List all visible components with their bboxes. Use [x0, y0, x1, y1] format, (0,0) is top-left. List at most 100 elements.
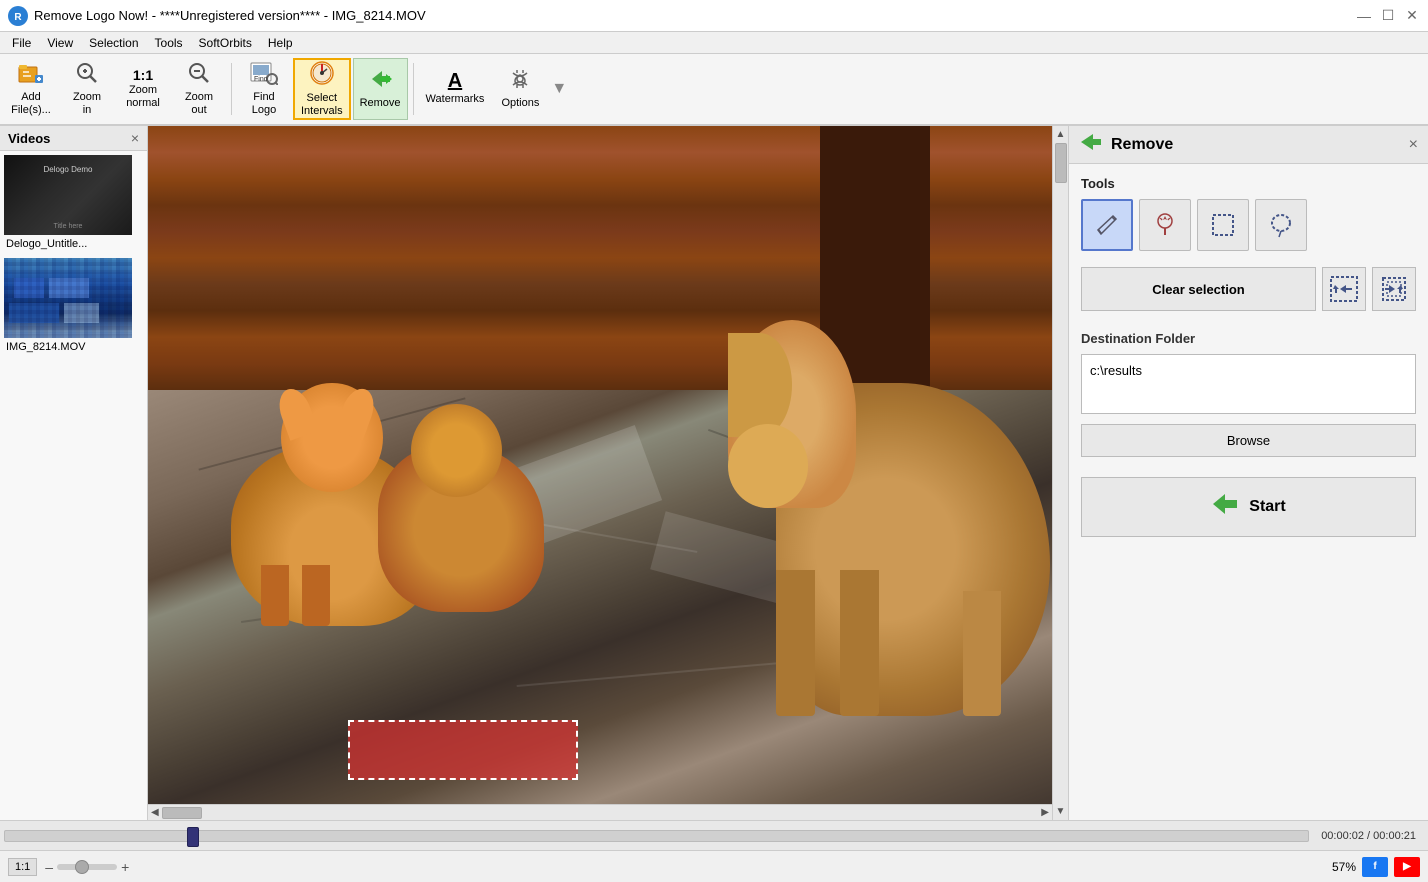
rect-select-icon	[1209, 211, 1237, 239]
menu-softorbits[interactable]: SoftOrbits	[191, 34, 260, 52]
clear-selection-row: Clear selection	[1081, 267, 1416, 311]
watermarks-icon: A	[448, 71, 462, 91]
horizontal-scrollbar[interactable]: ◀ ▶	[148, 804, 1052, 820]
remove-label: Remove	[360, 97, 401, 110]
scroll-thumb-horizontal[interactable]	[162, 807, 202, 819]
video-thumb-2	[4, 258, 132, 338]
destination-folder-label: Destination Folder	[1081, 331, 1416, 346]
scroll-thumb-vertical[interactable]	[1055, 143, 1067, 183]
zoom-in-button[interactable]: Zoomin	[60, 58, 114, 120]
selection-rectangle[interactable]	[348, 720, 578, 780]
titlebar: R Remove Logo Now! - ****Unregistered ve…	[0, 0, 1428, 32]
svg-text:R: R	[14, 12, 22, 23]
toolbar: AddFile(s)... Zoomin 1:1 Zoomnormal Zoom…	[0, 54, 1428, 126]
close-button[interactable]: ✕	[1404, 8, 1420, 24]
videos-close-button[interactable]: ×	[131, 130, 139, 146]
brush-tool-button[interactable]	[1139, 199, 1191, 251]
video-item-2[interactable]: IMG_8214.MOV	[0, 254, 147, 357]
start-arrow-icon	[1211, 492, 1239, 522]
cat-figure-mid	[378, 404, 544, 612]
video-item-1[interactable]: Delogo Demo Title here Delogo_Untitle...	[0, 151, 147, 254]
contract-selection-button[interactable]	[1372, 267, 1416, 311]
clear-selection-button[interactable]: Clear selection	[1081, 267, 1316, 311]
minimize-button[interactable]: —	[1356, 8, 1372, 24]
zoom-minus-button[interactable]: –	[45, 859, 53, 875]
video-content	[148, 126, 1068, 820]
options-button[interactable]: Options	[493, 58, 547, 120]
zoom-handle[interactable]	[75, 860, 89, 874]
options-icon	[507, 67, 533, 95]
contract-icon	[1379, 275, 1409, 303]
pencil-tool-button[interactable]	[1081, 199, 1133, 251]
video-name-1: Delogo_Untitle...	[4, 238, 143, 250]
rect-select-tool-button[interactable]	[1197, 199, 1249, 251]
vertical-scrollbar[interactable]: ▲ ▼	[1052, 126, 1068, 820]
youtube-button[interactable]: ▶	[1394, 857, 1420, 877]
watermarks-button[interactable]: A Watermarks	[419, 58, 492, 120]
start-label: Start	[1249, 498, 1285, 516]
timeline-track[interactable]	[4, 830, 1309, 842]
find-logo-icon: Find	[250, 61, 278, 89]
scroll-down-arrow[interactable]: ▼	[1053, 803, 1068, 820]
svg-text:Find: Find	[254, 76, 268, 83]
toolbox-arrow-icon	[1079, 132, 1103, 157]
lasso-icon	[1267, 211, 1295, 239]
main-layout: Videos × Delogo Demo Title here Delogo_U…	[0, 126, 1428, 820]
tools-row	[1081, 199, 1416, 251]
menu-file[interactable]: File	[4, 34, 39, 52]
zoom-normal-button[interactable]: 1:1 Zoomnormal	[116, 58, 170, 120]
toolbox-panel: Remove × Tools	[1068, 126, 1428, 820]
zoom-in-label: Zoomin	[73, 91, 101, 117]
facebook-button[interactable]: f	[1362, 857, 1388, 877]
remove-icon	[366, 67, 394, 95]
menu-help[interactable]: Help	[260, 34, 301, 52]
zoom-slider: – +	[45, 859, 129, 875]
titlebar-controls: — ☐ ✕	[1356, 8, 1420, 24]
zoom-plus-button[interactable]: +	[121, 859, 129, 875]
scroll-up-arrow[interactable]: ▲	[1053, 126, 1068, 143]
videos-panel-title: Videos	[8, 131, 50, 146]
start-button[interactable]: Start	[1081, 477, 1416, 537]
lasso-tool-button[interactable]	[1255, 199, 1307, 251]
toolbar-sep-1	[231, 63, 232, 115]
find-logo-button[interactable]: Find FindLogo	[237, 58, 291, 120]
timeline-thumb[interactable]	[187, 827, 199, 847]
toolbar-scroll-down[interactable]: ▼	[549, 78, 569, 100]
zoom-track[interactable]	[57, 864, 117, 870]
zoom-normal-label: Zoomnormal	[126, 84, 160, 110]
video-thumb-1: Delogo Demo Title here	[4, 155, 132, 235]
scroll-track-horizontal[interactable]	[162, 805, 1039, 820]
add-files-button[interactable]: AddFile(s)...	[4, 58, 58, 120]
destination-path-input[interactable]: c:\results	[1081, 354, 1416, 414]
app-title: Remove Logo Now! - ****Unregistered vers…	[34, 8, 426, 23]
videos-panel: Videos × Delogo Demo Title here Delogo_U…	[0, 126, 148, 820]
toolbox-title: Remove	[1111, 136, 1173, 154]
menu-tools[interactable]: Tools	[147, 34, 191, 52]
tools-section-label: Tools	[1081, 176, 1416, 191]
menu-selection[interactable]: Selection	[81, 34, 146, 52]
scroll-right-arrow[interactable]: ▶	[1038, 804, 1052, 820]
canvas-area[interactable]: ▲ ▼ ◀ ▶	[148, 126, 1068, 820]
zoom-normal-icon: 1:1	[133, 68, 153, 82]
zoom-out-button[interactable]: Zoomout	[172, 58, 226, 120]
select-intervals-icon	[308, 60, 336, 90]
zoom-ratio-display: 1:1	[8, 858, 37, 876]
zoom-percent-display: 57%	[1332, 860, 1356, 874]
scroll-track-vertical[interactable]	[1053, 143, 1068, 803]
watermarks-label: Watermarks	[426, 93, 485, 106]
maximize-button[interactable]: ☐	[1380, 8, 1396, 24]
titlebar-left: R Remove Logo Now! - ****Unregistered ve…	[8, 6, 426, 26]
scroll-left-arrow[interactable]: ◀	[148, 804, 162, 820]
zoom-in-icon	[74, 61, 100, 89]
find-logo-label: FindLogo	[252, 91, 276, 117]
toolbox-header: Remove ×	[1069, 126, 1428, 164]
select-intervals-button[interactable]: SelectIntervals	[293, 58, 351, 120]
menu-view[interactable]: View	[39, 34, 81, 52]
toolbox-title-wrap: Remove	[1079, 132, 1173, 157]
remove-button[interactable]: Remove	[353, 58, 408, 120]
toolbox-close-button[interactable]: ×	[1409, 136, 1418, 154]
browse-button[interactable]: Browse	[1081, 424, 1416, 457]
dog-figure-right	[728, 300, 1050, 716]
timeline-area: 00:00:02 / 00:00:21	[0, 820, 1428, 850]
expand-selection-button[interactable]	[1322, 267, 1366, 311]
